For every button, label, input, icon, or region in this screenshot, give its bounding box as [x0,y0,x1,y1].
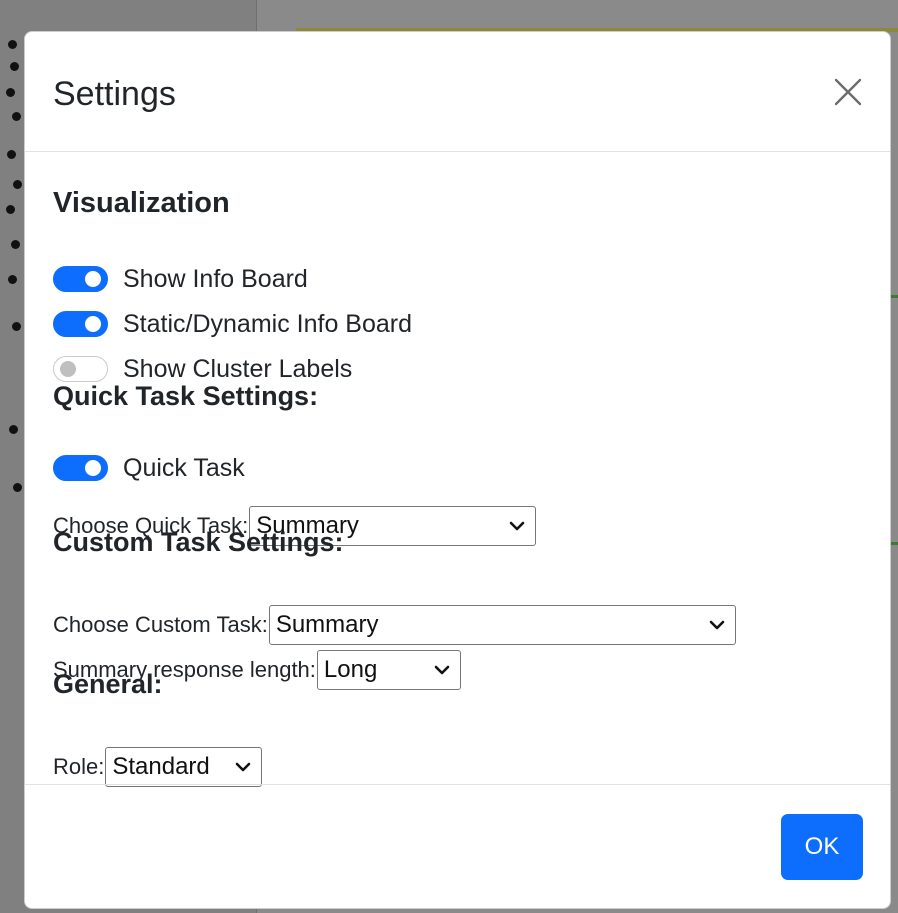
background-dot [8,40,17,49]
role-select[interactable]: Standard [105,747,263,787]
general-heading: General: [53,669,163,699]
background-dot [6,205,15,214]
quick-task-heading: Quick Task Settings: [53,381,319,411]
show-cluster-labels-toggle[interactable] [53,356,108,382]
show-info-board-toggle[interactable] [53,266,108,292]
static-dynamic-info-board-row: Static/Dynamic Info Board [53,308,412,340]
chevron-down-icon [509,521,525,531]
background-dot [6,88,15,97]
background-dot [13,180,22,189]
custom-task-select-value: Summary [275,611,379,638]
background-dot [13,483,22,492]
background-dot [12,112,21,121]
background-dot [10,62,19,71]
background-dot [9,425,18,434]
role-label: Role: [53,754,105,779]
dialog-title: Settings [53,75,176,113]
dialog-footer: OK [25,784,890,908]
toggle-knob [85,316,101,332]
close-button[interactable] [832,76,864,108]
toggle-knob [85,460,101,476]
background-dot [11,240,20,249]
toggle-knob [85,271,101,287]
role-select-value: Standard [112,753,210,780]
role-row: Role: Standard [53,746,263,788]
custom-task-select[interactable]: Summary [268,605,736,645]
toggle-knob [60,361,76,377]
choose-custom-task-label: Choose Custom Task: [53,612,268,637]
choose-custom-task-row: Choose Custom Task: Summary [53,604,736,646]
background-dot [12,322,21,331]
show-info-board-row: Show Info Board [53,263,308,295]
quick-task-label: Quick Task [123,453,245,482]
static-dynamic-info-board-toggle[interactable] [53,311,108,337]
custom-task-heading: Custom Task Settings: [53,527,344,557]
summary-length-select[interactable]: Long [316,650,461,690]
static-dynamic-info-board-label: Static/Dynamic Info Board [123,309,413,338]
summary-length-select-value: Long [323,656,378,683]
quick-task-row: Quick Task [53,452,245,484]
background-dot [8,275,17,284]
background-dot [7,150,16,159]
chevron-down-icon [236,762,251,772]
show-info-board-label: Show Info Board [123,264,308,293]
dialog-body: Visualization Show Info Board Static/Dyn… [53,152,862,788]
chevron-down-icon [434,665,450,675]
visualization-heading: Visualization [53,187,230,219]
settings-dialog: Settings Visualization Show Info Board S… [24,31,891,909]
ok-button[interactable]: OK [781,814,863,880]
quick-task-toggle[interactable] [53,455,108,481]
close-icon [834,78,862,106]
chevron-down-icon [709,620,725,630]
dialog-header: Settings [25,32,890,152]
